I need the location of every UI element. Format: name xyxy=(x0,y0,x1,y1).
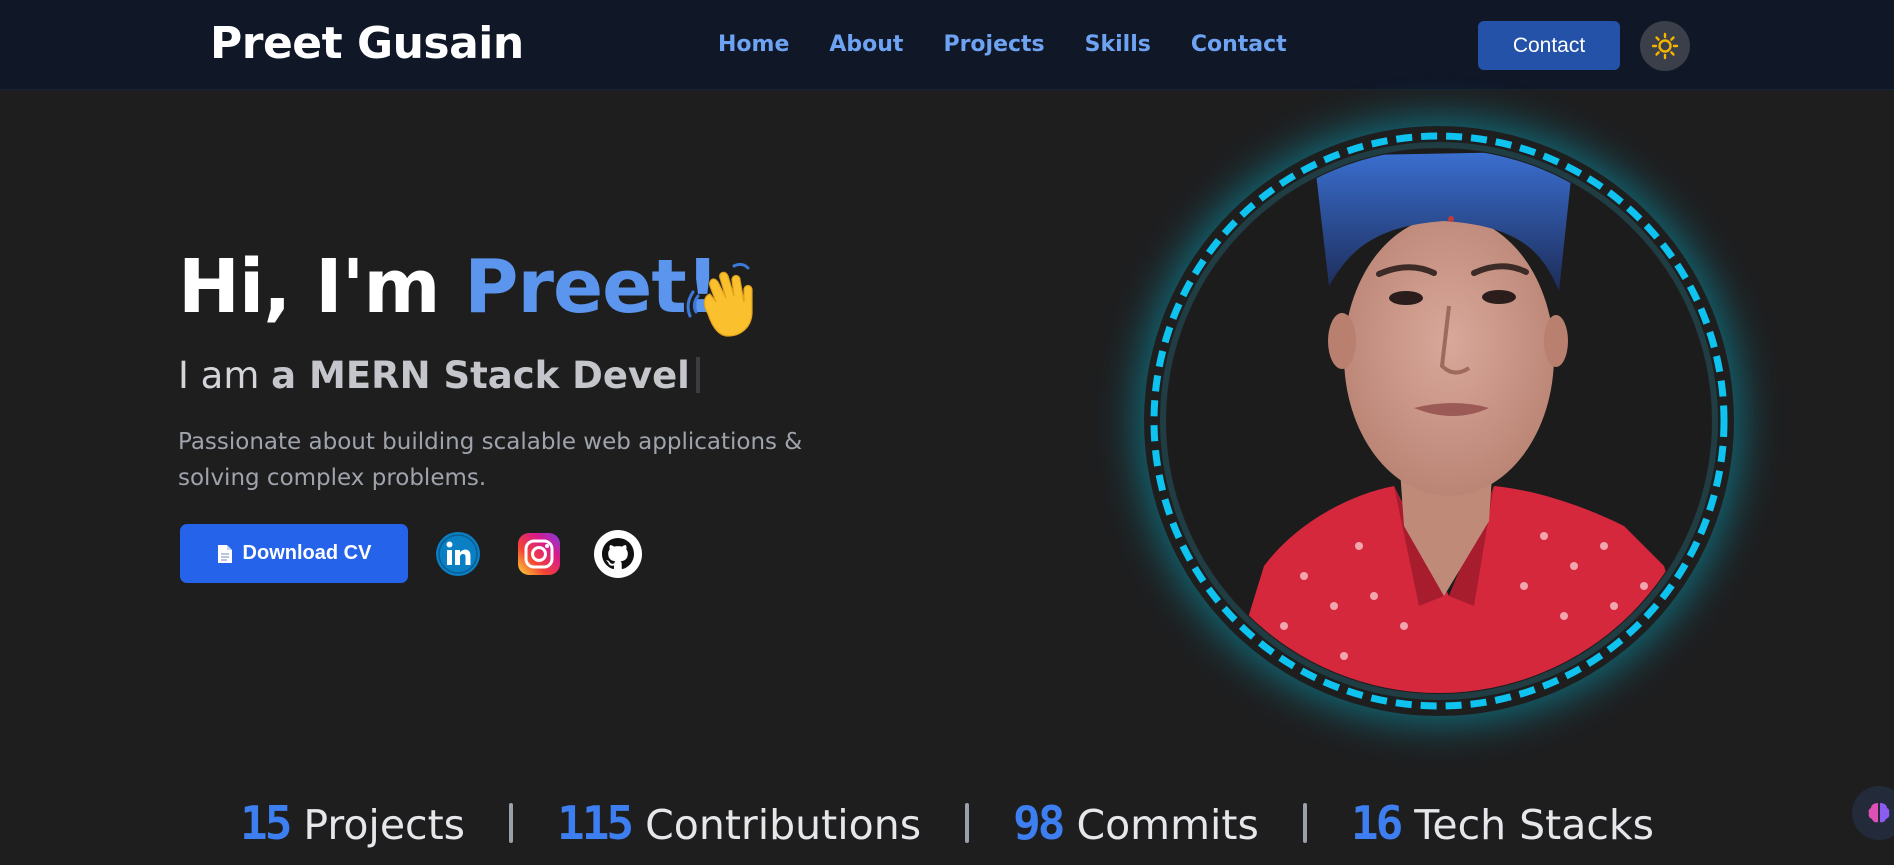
brand-logo-text[interactable]: Preet Gusain xyxy=(210,18,524,69)
brain-icon xyxy=(1868,803,1890,823)
stat-number: 16 xyxy=(1350,796,1403,850)
download-cv-label: Download CV xyxy=(242,542,372,564)
nav-link-about[interactable]: About xyxy=(829,32,903,57)
hero-greeting: Hi, I'm Preet! xyxy=(178,250,719,324)
hero-tagline: Passionate about building scalable web a… xyxy=(178,429,803,491)
typing-prefix: I am xyxy=(178,354,272,397)
nav-link-skills[interactable]: Skills xyxy=(1085,32,1151,57)
linkedin-link[interactable] xyxy=(434,530,482,578)
nav-links: Home About Projects Skills Contact xyxy=(718,32,1287,57)
stat-number: 98 xyxy=(1013,796,1065,850)
navbar: Preet Gusain Home About Projects Skills … xyxy=(0,0,1894,90)
stat-number: 115 xyxy=(557,796,634,850)
greeting-prefix: Hi, I'm xyxy=(178,244,465,330)
stat-tech-stacks: 16 Tech Stacks xyxy=(1351,796,1654,850)
profile-photo xyxy=(1147,129,1731,713)
waving-hand-icon xyxy=(686,262,753,337)
stat-label: Projects xyxy=(303,801,466,849)
profile-photo-frame xyxy=(1144,126,1734,716)
nav-link-contact[interactable]: Contact xyxy=(1191,32,1287,57)
typing-role-text: I am a MERN Stack Devel xyxy=(178,354,700,397)
greeting-name: Preet! xyxy=(464,244,719,330)
github-link[interactable] xyxy=(594,530,642,578)
stat-contributions: 115 Contributions xyxy=(557,796,921,850)
download-cv-button[interactable]: Download CV xyxy=(180,524,408,583)
stat-label: Commits xyxy=(1076,801,1259,849)
contact-button[interactable]: Contact xyxy=(1478,21,1620,70)
linkedin-icon xyxy=(436,532,480,576)
stat-label: Contributions xyxy=(645,801,922,849)
nav-link-projects[interactable]: Projects xyxy=(943,32,1044,57)
stats-bar: 15 Projects 115 Contributions 98 Commits… xyxy=(0,796,1894,850)
stat-divider xyxy=(1302,803,1307,843)
instagram-link[interactable] xyxy=(515,530,563,578)
stat-divider xyxy=(509,803,514,843)
github-icon xyxy=(594,530,642,578)
typing-cursor xyxy=(695,357,700,393)
stat-divider xyxy=(965,803,970,843)
nav-link-home[interactable]: Home xyxy=(718,32,789,57)
stat-number: 15 xyxy=(240,796,292,850)
stat-commits: 98 Commits xyxy=(1013,796,1259,850)
theme-toggle-button[interactable] xyxy=(1640,21,1690,71)
stat-projects: 15 Projects xyxy=(240,796,465,850)
instagram-icon xyxy=(518,533,560,575)
stat-label: Tech Stacks xyxy=(1414,801,1654,849)
document-icon xyxy=(217,544,232,563)
sun-icon xyxy=(1651,32,1679,60)
typing-animated-text: a MERN Stack Devel xyxy=(271,354,690,397)
